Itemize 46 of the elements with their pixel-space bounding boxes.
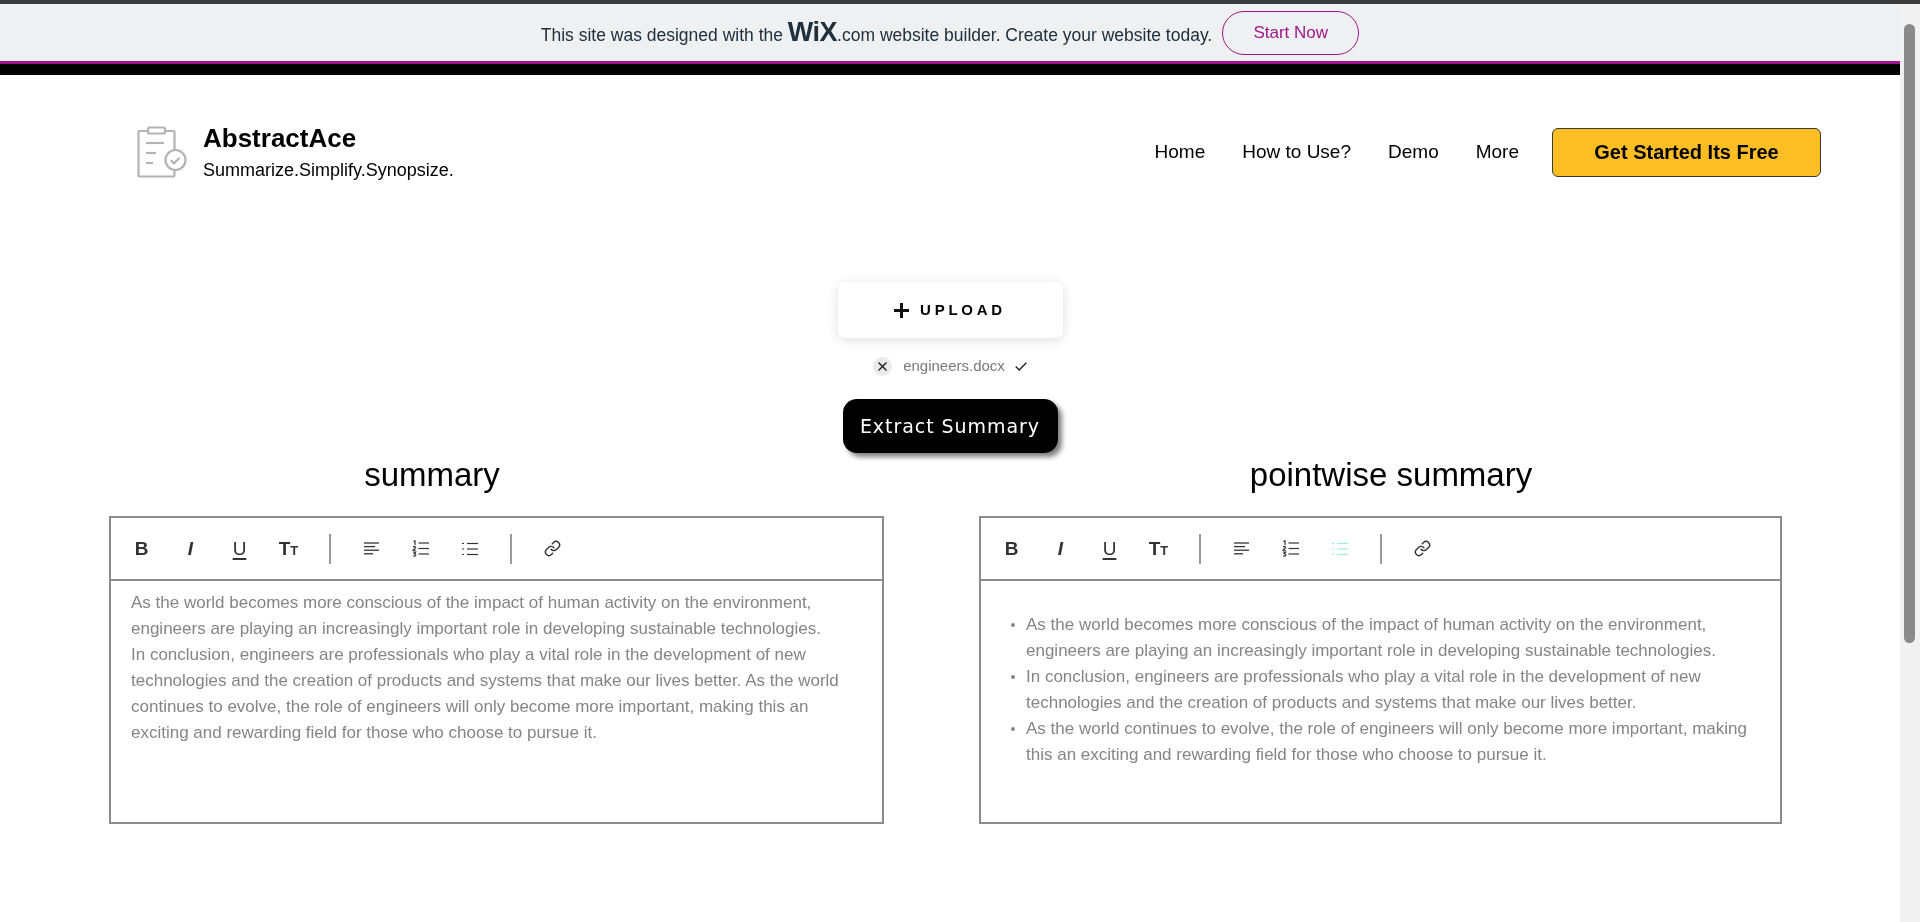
bullet-icon xyxy=(1011,623,1015,627)
brand-name: AbstractAce xyxy=(203,123,358,153)
align-left-icon xyxy=(1233,542,1250,555)
align-left-icon xyxy=(363,542,380,555)
get-started-button[interactable]: Get Started Its Free xyxy=(1552,127,1821,177)
file-name: engineers.docx xyxy=(903,356,1005,377)
bullet-list-icon xyxy=(461,541,478,556)
align-left-button[interactable] xyxy=(1231,540,1252,557)
bullet-icon xyxy=(1011,727,1015,731)
bold-button[interactable]: B xyxy=(1002,537,1021,560)
nav-link[interactable]: Demo xyxy=(1388,137,1439,167)
link-icon xyxy=(1414,540,1431,557)
nav-link[interactable]: More xyxy=(1475,137,1519,167)
italic-button[interactable]: I xyxy=(185,537,196,560)
bullet-icon xyxy=(1011,675,1015,679)
italic-button[interactable]: I xyxy=(1055,537,1066,560)
numbered-list-icon xyxy=(1282,540,1299,557)
align-left-button[interactable] xyxy=(361,540,382,557)
underline-button[interactable]: U xyxy=(230,537,249,560)
remove-file-button[interactable] xyxy=(873,357,893,376)
numbered-list-button[interactable] xyxy=(1280,538,1301,559)
banner-message: This site was designed with the WiX.com website builder. Create your website today. xyxy=(540,16,1213,50)
clipboard-check-icon xyxy=(137,126,187,178)
close-icon xyxy=(878,362,888,371)
numbered-list-icon xyxy=(412,540,429,557)
summary-point: In conclusion, engineers are professionals who play a vital role in the development of new technologies and the creation of products and systems that make our lives better. xyxy=(1026,666,1702,714)
summary-paragraph: As the world becomes more conscious of the impact of human activity on the environment, engineers are playing an increasingly important role in developing sustainable technologies. xyxy=(131,592,822,640)
link-button[interactable] xyxy=(1412,538,1433,559)
link-icon xyxy=(544,540,561,557)
numbered-list-button[interactable] xyxy=(410,538,431,559)
bullet-list-icon xyxy=(1331,541,1348,556)
nav-link[interactable]: How to Use? xyxy=(1242,137,1351,167)
link-button[interactable] xyxy=(542,538,563,559)
scrollbar-thumb[interactable] xyxy=(1904,24,1915,643)
extract-summary-button[interactable]: Extract Summary xyxy=(842,399,1058,453)
panel-title: summary xyxy=(364,455,500,495)
bold-button[interactable]: B xyxy=(132,537,151,560)
upload-button[interactable]: UPLOAD xyxy=(837,282,1063,338)
summary-paragraph: In conclusion, engineers are professionals who play a vital role in the development of new technologies and the creation of products and systems that make our lives better. As the world continues to evolve, the role of engineers will only become more important, making this an exciting and rewarding field for those who choose to pursue it. xyxy=(131,644,840,744)
summary-point: As the world continues to evolve, the role of engineers will only become more important, making this an exciting and rewarding field for those who choose to pursue it. xyxy=(1026,718,1748,766)
underline-button[interactable]: U xyxy=(1100,537,1119,560)
panel-title: pointwise summary xyxy=(1249,455,1533,495)
brand-tagline: Summarize.Simplify.Synopsize. xyxy=(203,159,454,181)
plus-icon xyxy=(894,302,910,318)
summary-point: As the world becomes more conscious of the impact of human activity on the environment, engineers are playing an increasingly important role in developing sustainable technologies. xyxy=(1026,614,1717,662)
nav-link[interactable]: Home xyxy=(1154,137,1206,167)
